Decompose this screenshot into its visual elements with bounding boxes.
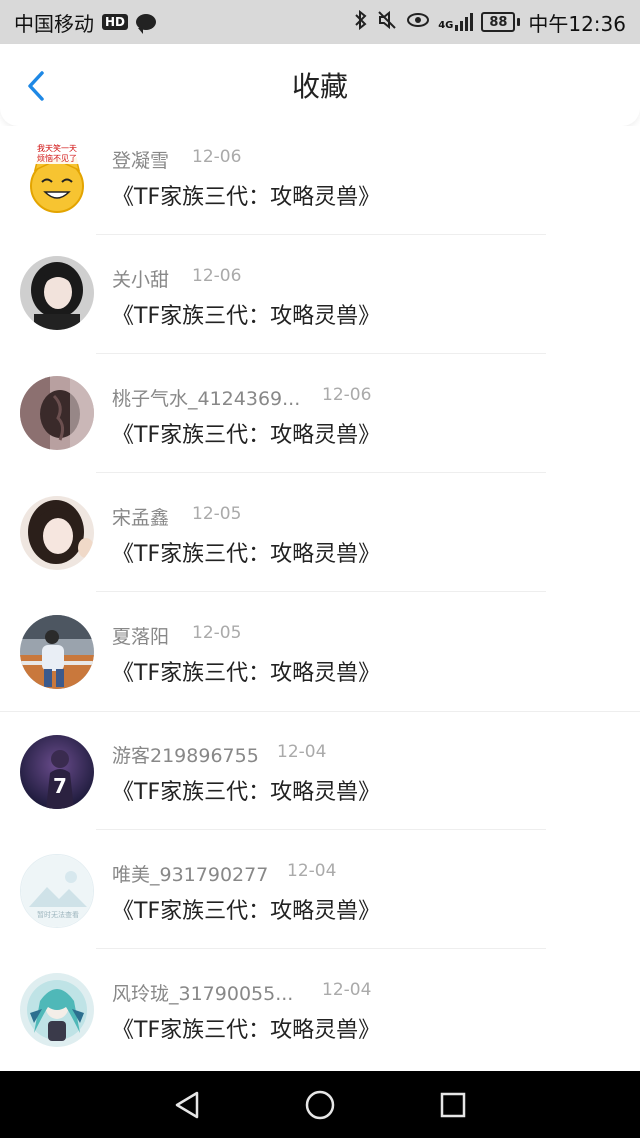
page-header: 收藏 bbox=[0, 44, 640, 126]
item-date: 12-04 bbox=[322, 980, 372, 1000]
item-author: 登凝雪 bbox=[112, 150, 170, 172]
placeholder-text: 暂时无法查看 bbox=[37, 910, 79, 919]
item-title[interactable]: 《TF家族三代：攻略灵兽》 bbox=[112, 893, 380, 925]
divider bbox=[96, 353, 546, 354]
divider bbox=[96, 829, 546, 830]
item-author: 关小甜 bbox=[112, 269, 170, 291]
status-left: 中国移动 HD bbox=[14, 8, 157, 37]
recents-nav-button[interactable] bbox=[433, 1085, 473, 1125]
back-button[interactable] bbox=[18, 68, 54, 104]
list-item[interactable]: 夏落阳 12-05 《TF家族三代：攻略灵兽》 bbox=[0, 602, 640, 721]
item-author: 夏落阳 bbox=[112, 626, 170, 648]
item-date: 12-04 bbox=[277, 742, 327, 762]
list-item[interactable]: 关小甜 12-06 《TF家族三代：攻略灵兽》 bbox=[0, 245, 640, 364]
sticker-text-line1: 我天笑一天 bbox=[37, 143, 77, 153]
list-item[interactable]: 7 游客219896755 12-04 《TF家族三代：攻略灵兽》 bbox=[0, 721, 640, 840]
list-item[interactable]: 暂时无法查看 唯美_931790277 12-04 《TF家族三代：攻略灵兽》 bbox=[0, 840, 640, 959]
divider bbox=[96, 472, 546, 473]
list-item[interactable]: 桃子气水_4124369... 12-06 《TF家族三代：攻略灵兽》 bbox=[0, 364, 640, 483]
item-title[interactable]: 《TF家族三代：攻略灵兽》 bbox=[112, 417, 380, 449]
item-author: 桃子气水_4124369... bbox=[112, 388, 301, 410]
avatar[interactable] bbox=[20, 256, 94, 330]
avatar[interactable] bbox=[20, 973, 94, 1047]
page-title: 收藏 bbox=[291, 70, 348, 103]
item-title[interactable]: 《TF家族三代：攻略灵兽》 bbox=[112, 774, 380, 806]
item-date: 12-05 bbox=[192, 504, 242, 524]
item-title[interactable]: 《TF家族三代：攻略灵兽》 bbox=[112, 179, 380, 211]
divider bbox=[96, 948, 546, 949]
avatar[interactable] bbox=[20, 615, 94, 689]
sticker-text-line2: 烦恼不见了 bbox=[37, 153, 77, 163]
eye-icon bbox=[406, 10, 430, 34]
list-item[interactable]: 我天笑一天 烦恼不见了 登凝雪 12-06 《TF家族三代：攻略灵兽》 bbox=[0, 126, 640, 245]
item-date: 12-06 bbox=[192, 266, 242, 286]
signal-icon: 4G bbox=[438, 13, 474, 31]
bluetooth-icon bbox=[354, 9, 368, 35]
item-author: 宋孟鑫 bbox=[112, 507, 170, 529]
item-title[interactable]: 《TF家族三代：攻略灵兽》 bbox=[112, 655, 380, 687]
avatar[interactable] bbox=[20, 376, 94, 450]
item-title[interactable]: 《TF家族三代：攻略灵兽》 bbox=[112, 298, 380, 330]
item-title[interactable]: 《TF家族三代：攻略灵兽》 bbox=[112, 536, 380, 568]
status-bar: 中国移动 HD 4G 88 中午12:36 bbox=[0, 0, 640, 44]
item-title[interactable]: 《TF家族三代：攻略灵兽》 bbox=[112, 1012, 380, 1044]
avatar[interactable]: 7 bbox=[20, 735, 94, 809]
item-author: 风玲珑_31790055... bbox=[112, 983, 294, 1005]
avatar[interactable]: 我天笑一天 烦恼不见了 bbox=[20, 140, 94, 214]
divider bbox=[96, 234, 546, 235]
navigation-bar bbox=[0, 1071, 640, 1138]
avatar[interactable] bbox=[20, 496, 94, 570]
home-circle-icon bbox=[305, 1090, 335, 1119]
item-date: 12-05 bbox=[192, 623, 242, 643]
battery-icon: 88 bbox=[481, 12, 521, 32]
item-date: 12-06 bbox=[322, 385, 372, 405]
avatar[interactable]: 暂时无法查看 bbox=[20, 854, 94, 928]
home-nav-button[interactable] bbox=[300, 1085, 340, 1125]
carrier-label: 中国移动 bbox=[14, 11, 94, 36]
favorites-list[interactable]: 我天笑一天 烦恼不见了 登凝雪 12-06 《TF家族三代：攻略灵兽》 关小甜 … bbox=[0, 126, 640, 1071]
list-item[interactable]: 宋孟鑫 12-05 《TF家族三代：攻略灵兽》 bbox=[0, 483, 640, 602]
list-item[interactable]: 风玲珑_31790055... 12-04 《TF家族三代：攻略灵兽》 bbox=[0, 959, 640, 1071]
back-triangle-icon bbox=[175, 1091, 198, 1118]
chat-bubble-icon bbox=[136, 14, 157, 34]
network-type: 4G bbox=[438, 20, 454, 31]
item-author: 游客219896755 bbox=[112, 745, 259, 767]
status-right: 4G 88 中午12:36 bbox=[354, 8, 626, 37]
chevron-left-icon bbox=[28, 71, 44, 101]
divider bbox=[0, 711, 640, 712]
item-date: 12-06 bbox=[192, 147, 242, 167]
item-date: 12-04 bbox=[287, 861, 337, 881]
recents-square-icon bbox=[441, 1092, 466, 1117]
battery-level: 88 bbox=[481, 12, 516, 32]
clock: 中午12:36 bbox=[528, 11, 626, 36]
back-nav-button[interactable] bbox=[167, 1085, 207, 1125]
jersey-number: 7 bbox=[53, 774, 67, 798]
item-author: 唯美_931790277 bbox=[112, 864, 269, 886]
mute-icon bbox=[376, 10, 398, 35]
hd-badge: HD bbox=[102, 14, 129, 30]
divider bbox=[96, 591, 546, 592]
